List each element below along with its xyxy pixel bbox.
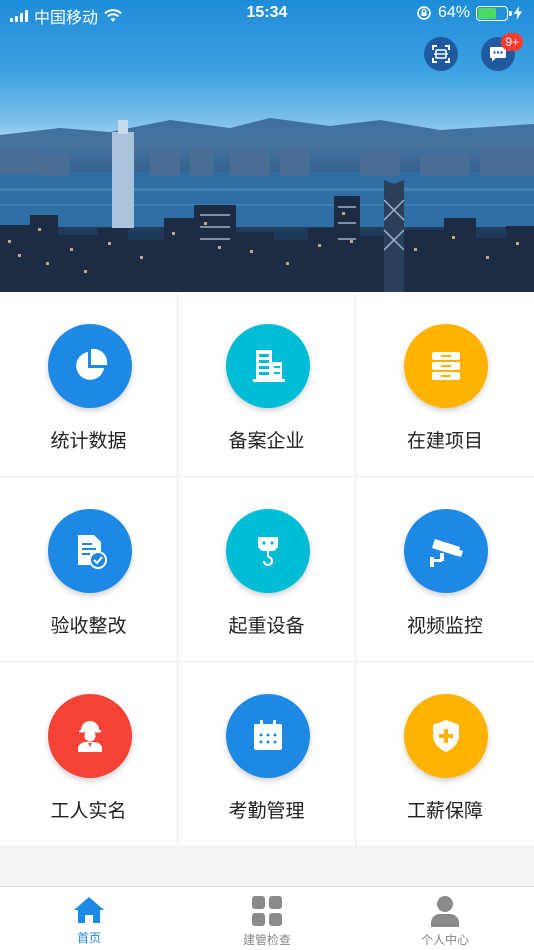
menu-label: 视频监控 xyxy=(406,615,483,637)
menu-label: 备案企业 xyxy=(228,430,305,452)
person-icon xyxy=(431,896,459,927)
pie-chart-icon xyxy=(76,348,108,380)
menu-item-attendance[interactable]: 考勤管理 xyxy=(178,662,356,847)
tab-construction-inspection[interactable]: 建管检查 xyxy=(178,887,356,950)
crane-hook-icon xyxy=(258,537,278,567)
menu-item-video-monitoring[interactable]: 视频监控 xyxy=(356,477,534,662)
message-button[interactable]: 9+ xyxy=(481,33,523,71)
security-camera-icon xyxy=(430,539,463,567)
menu-label: 工人实名 xyxy=(50,800,127,822)
battery-icon xyxy=(476,5,512,21)
calendar-icon xyxy=(254,720,282,750)
grid-icon xyxy=(252,896,282,926)
status-bar: 中国移动 15:34 64% xyxy=(0,0,534,28)
menu-icon-circle xyxy=(48,509,132,593)
tab-home[interactable]: 首页 xyxy=(0,887,178,950)
archive-box-icon xyxy=(432,352,460,380)
menu-icon-circle xyxy=(226,509,310,593)
menu-item-registered-companies[interactable]: 备案企业 xyxy=(178,292,356,477)
status-right: 64% xyxy=(416,4,522,22)
scan-button[interactable] xyxy=(424,37,458,71)
menu-label: 验收整改 xyxy=(50,615,127,637)
menu-label: 考勤管理 xyxy=(228,800,305,822)
menu-label: 起重设备 xyxy=(228,615,305,637)
function-grid: 统计数据 备案企业 在建项目 验收整改 起重设备 视频监控 工人实名 考勤管理 … xyxy=(0,292,534,847)
menu-icon-circle xyxy=(48,694,132,778)
message-badge: 9+ xyxy=(501,33,523,51)
tab-label: 个人中心 xyxy=(420,933,469,947)
tab-label: 首页 xyxy=(76,931,101,945)
document-check-icon xyxy=(78,535,107,569)
building-icon xyxy=(253,350,285,382)
menu-item-worker-real-name[interactable]: 工人实名 xyxy=(0,662,178,847)
menu-label: 工薪保障 xyxy=(406,800,483,822)
shield-plus-icon xyxy=(433,720,459,752)
menu-label: 在建项目 xyxy=(406,430,483,452)
worker-icon xyxy=(78,721,102,752)
menu-item-projects-in-progress[interactable]: 在建项目 xyxy=(356,292,534,477)
tab-label: 建管检查 xyxy=(242,933,291,947)
menu-item-lifting-equipment[interactable]: 起重设备 xyxy=(178,477,356,662)
menu-icon-circle xyxy=(226,324,310,408)
menu-icon-circle xyxy=(404,509,488,593)
bottom-tab-bar: 首页 建管检查 个人中心 xyxy=(0,886,534,950)
battery-percent: 64% xyxy=(437,4,470,21)
menu-icon-circle xyxy=(404,694,488,778)
home-icon xyxy=(74,897,104,923)
menu-icon-circle xyxy=(48,324,132,408)
rotation-lock-icon xyxy=(417,6,431,20)
menu-item-acceptance-rectification[interactable]: 验收整改 xyxy=(0,477,178,662)
menu-icon-circle xyxy=(404,324,488,408)
scan-icon xyxy=(432,45,450,63)
menu-icon-circle xyxy=(226,694,310,778)
menu-item-wage-guarantee[interactable]: 工薪保障 xyxy=(356,662,534,847)
menu-label: 统计数据 xyxy=(50,430,127,452)
charging-icon xyxy=(514,6,522,20)
tab-personal-center[interactable]: 个人中心 xyxy=(356,887,534,950)
menu-item-statistics[interactable]: 统计数据 xyxy=(0,292,178,477)
app-screen: 中国移动 15:34 64% 9+ 统计数据 备案企业 在建项目 验收整改 起重… xyxy=(0,0,534,950)
